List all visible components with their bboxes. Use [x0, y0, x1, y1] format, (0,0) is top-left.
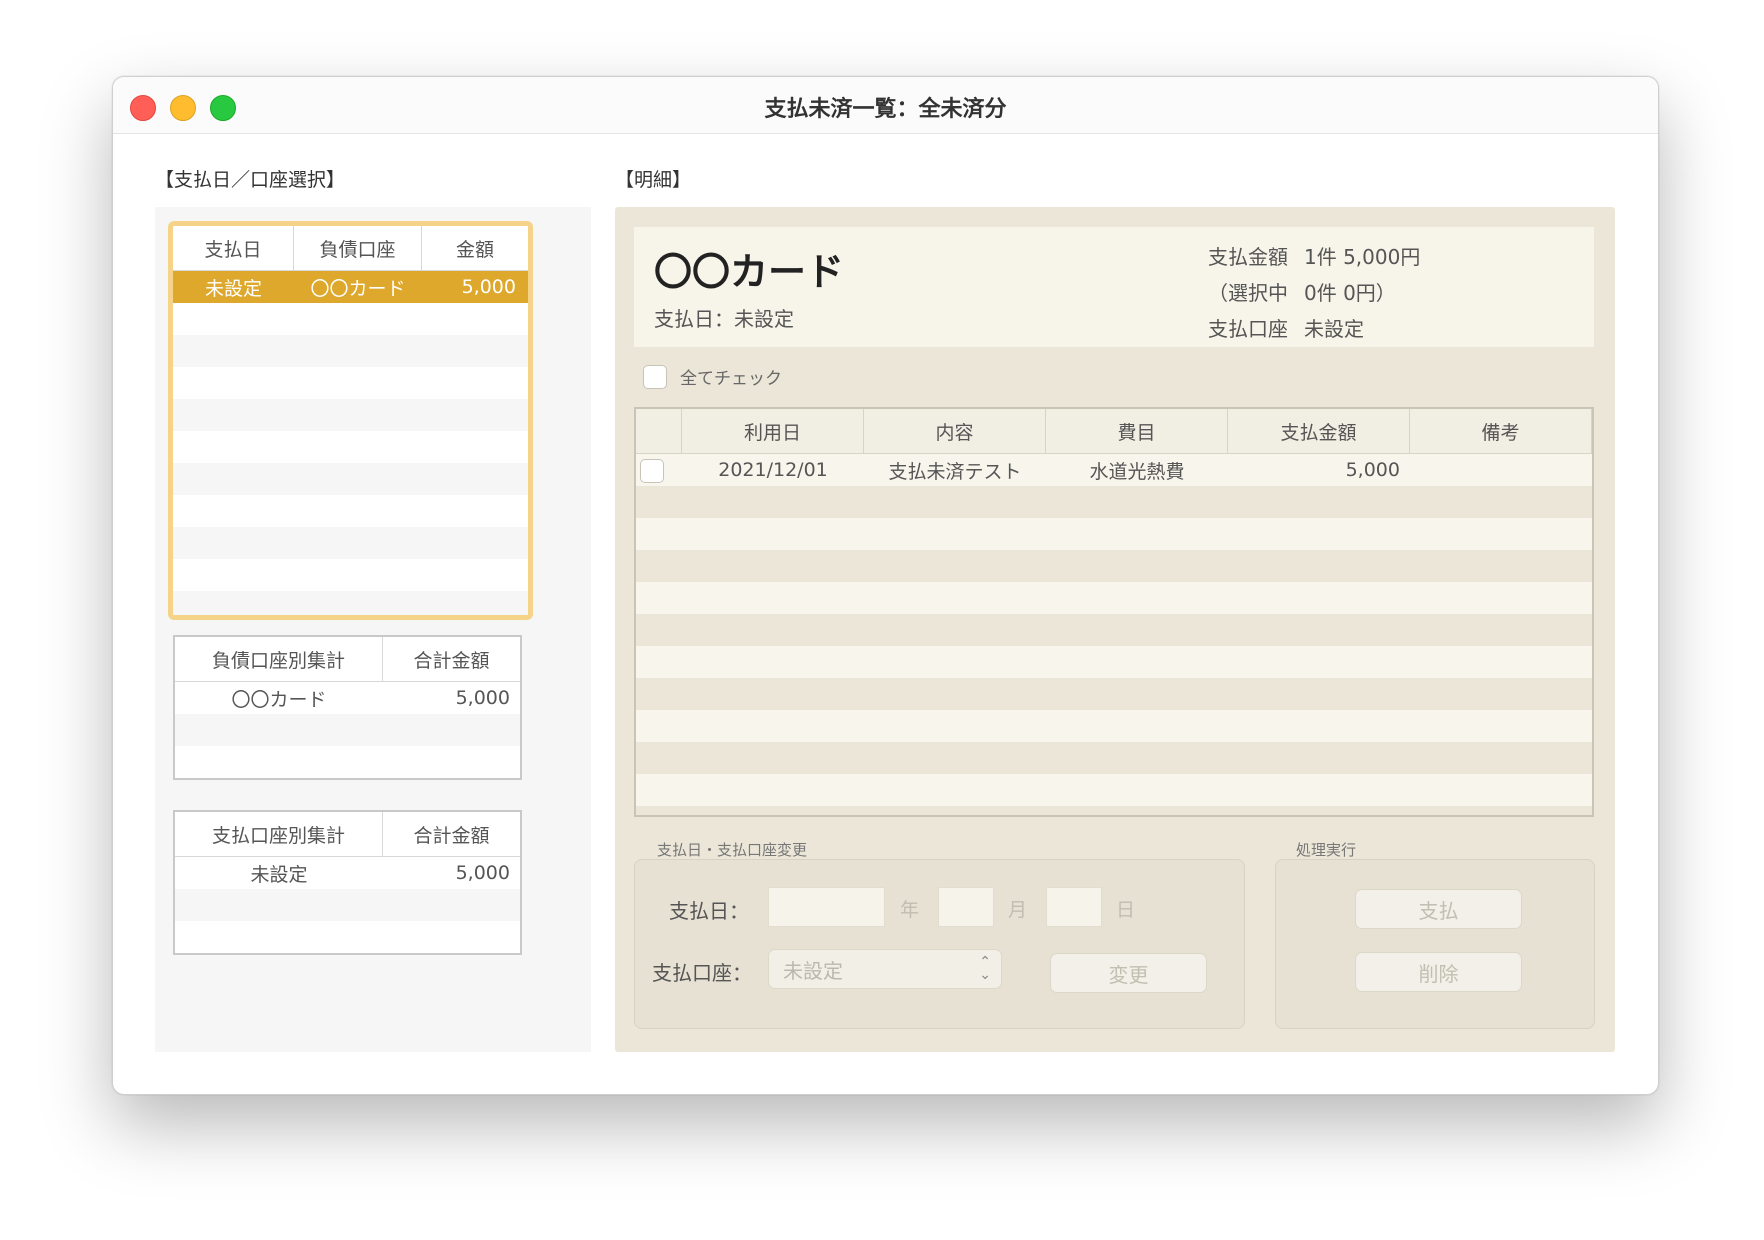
- account-value: 未設定: [1304, 316, 1364, 341]
- column-header[interactable]: 備考: [1410, 409, 1592, 453]
- liability-account-summary-table[interactable]: 負債口座別集計 合計金額 〇〇カード 5,000: [173, 635, 522, 780]
- empty-row: [636, 550, 1592, 582]
- empty-row: [175, 714, 520, 746]
- select-updown-icon: ⌃ ⌄: [979, 954, 991, 983]
- column-header[interactable]: 負債口座別集計: [175, 637, 383, 681]
- empty-row: [636, 646, 1592, 678]
- pay-button[interactable]: 支払: [1355, 889, 1522, 929]
- month-input[interactable]: [938, 887, 994, 927]
- empty-row: [173, 303, 528, 335]
- empty-row: [636, 774, 1592, 806]
- cell-account: 〇〇カード: [231, 688, 327, 711]
- selected-label: （選択中: [1208, 280, 1288, 305]
- column-header[interactable]: 支払日: [173, 226, 294, 270]
- delete-button[interactable]: 削除: [1355, 952, 1522, 992]
- empty-row: [173, 367, 528, 399]
- check-all-label: 全てチェック: [680, 369, 782, 389]
- account-label: 支払口座: [1208, 316, 1288, 341]
- column-header[interactable]: 支払口座別集計: [175, 812, 383, 856]
- empty-row: [636, 742, 1592, 774]
- cell-total: 5,000: [455, 687, 510, 709]
- empty-row: [636, 614, 1592, 646]
- cell-content: 支払未済テスト: [888, 460, 1022, 483]
- year-input[interactable]: [768, 887, 885, 927]
- empty-row: [173, 463, 528, 495]
- empty-row: [173, 591, 528, 615]
- cell-date: 2021/12/01: [718, 459, 828, 481]
- empty-row: [636, 486, 1592, 518]
- selected-value: 0件 0円）: [1304, 280, 1396, 305]
- cell-category: 水道光熱費: [1089, 460, 1185, 483]
- empty-row: [175, 746, 520, 778]
- main-window: 支払未済一覧：全未済分 【支払日／口座選択】 【明細】 支払日 負債口座 金額 …: [112, 76, 1659, 1095]
- empty-row: [636, 806, 1592, 815]
- table-row[interactable]: 未設定 5,000: [175, 857, 520, 889]
- column-header[interactable]: 合計金額: [383, 637, 520, 681]
- empty-row: [173, 335, 528, 367]
- table-header: 利用日 内容 費目 支払金額 備考: [636, 409, 1592, 454]
- column-header-checkbox[interactable]: [636, 409, 682, 453]
- pay-date-label: 支払日：: [669, 899, 749, 923]
- table-header: 負債口座別集計 合計金額: [175, 637, 520, 682]
- column-header[interactable]: 内容: [864, 409, 1046, 453]
- cell-account: 〇〇カード: [310, 277, 406, 300]
- change-group-box: [634, 859, 1245, 1029]
- empty-row: [173, 431, 528, 463]
- pay-account-select[interactable]: 未設定 ⌃ ⌄: [768, 949, 1002, 989]
- check-all-checkbox[interactable]: [643, 364, 667, 389]
- day-unit-label: 日: [1116, 899, 1136, 921]
- pay-date-text: 支払日：未設定: [654, 307, 794, 331]
- empty-row: [636, 582, 1592, 614]
- detail-table[interactable]: 利用日 内容 費目 支払金額 備考 2021/12/01 支払未済テスト 水道光…: [634, 407, 1594, 817]
- change-button[interactable]: 変更: [1050, 953, 1207, 993]
- payment-date-account-table[interactable]: 支払日 負債口座 金額 未設定 〇〇カード 5,000: [168, 221, 533, 620]
- column-header[interactable]: 合計金額: [383, 812, 520, 856]
- execute-group-label: 処理実行: [1296, 841, 1357, 859]
- year-unit-label: 年: [900, 899, 920, 921]
- pay-account-select-value: 未設定: [783, 958, 843, 983]
- cell-date: 未設定: [204, 277, 262, 300]
- empty-row: [175, 889, 520, 921]
- empty-row: [175, 921, 520, 953]
- pay-account-label: 支払口座：: [652, 961, 752, 985]
- cell-amount: 5,000: [1345, 459, 1400, 481]
- empty-row: [173, 527, 528, 559]
- summary-figures: 支払金額 1件 5,000円 （選択中 0件 0円） 支払口座 未設定: [1194, 237, 1420, 345]
- amount-label: 支払金額: [1208, 244, 1288, 269]
- payment-account-summary-table[interactable]: 支払口座別集計 合計金額 未設定 5,000: [173, 810, 522, 955]
- column-header[interactable]: 支払金額: [1228, 409, 1410, 453]
- cell-account: 未設定: [250, 863, 308, 886]
- cell-total: 5,000: [455, 862, 510, 884]
- empty-row: [636, 678, 1592, 710]
- empty-row: [636, 710, 1592, 742]
- card-name: 〇〇カード: [654, 250, 845, 294]
- day-input[interactable]: [1046, 887, 1102, 927]
- column-header[interactable]: 利用日: [682, 409, 864, 453]
- table-header: 支払口座別集計 合計金額: [175, 812, 520, 857]
- left-section-label: 【支払日／口座選択】: [155, 169, 346, 191]
- empty-row: [173, 559, 528, 591]
- change-group-label: 支払日・支払口座変更: [657, 841, 808, 859]
- empty-row: [173, 495, 528, 527]
- right-section-label: 【明細】: [615, 169, 692, 191]
- window-title: 支払未済一覧：全未済分: [764, 97, 1007, 122]
- table-row[interactable]: 未設定 〇〇カード 5,000: [173, 271, 528, 303]
- cell-amount: 5,000: [461, 276, 516, 298]
- execute-group-box: [1275, 859, 1595, 1029]
- column-header[interactable]: 費目: [1046, 409, 1228, 453]
- column-header[interactable]: 金額: [422, 226, 528, 270]
- row-checkbox[interactable]: [640, 458, 664, 483]
- table-row[interactable]: 2021/12/01 支払未済テスト 水道光熱費 5,000: [636, 454, 1592, 486]
- empty-row: [636, 518, 1592, 550]
- amount-value: 1件 5,000円: [1304, 244, 1421, 269]
- table-row[interactable]: 〇〇カード 5,000: [175, 682, 520, 714]
- table-header: 支払日 負債口座 金額: [173, 226, 528, 271]
- summary-panel: 〇〇カード 支払日：未設定 支払金額 1件 5,000円 （選択中 0件 0円）…: [634, 227, 1594, 347]
- column-header[interactable]: 負債口座: [294, 226, 422, 270]
- row-checkbox-cell: [636, 453, 682, 488]
- empty-row: [173, 399, 528, 431]
- check-all-control[interactable]: 全てチェック: [643, 364, 782, 389]
- title-bar: 支払未済一覧：全未済分: [113, 77, 1658, 134]
- month-unit-label: 月: [1008, 899, 1028, 921]
